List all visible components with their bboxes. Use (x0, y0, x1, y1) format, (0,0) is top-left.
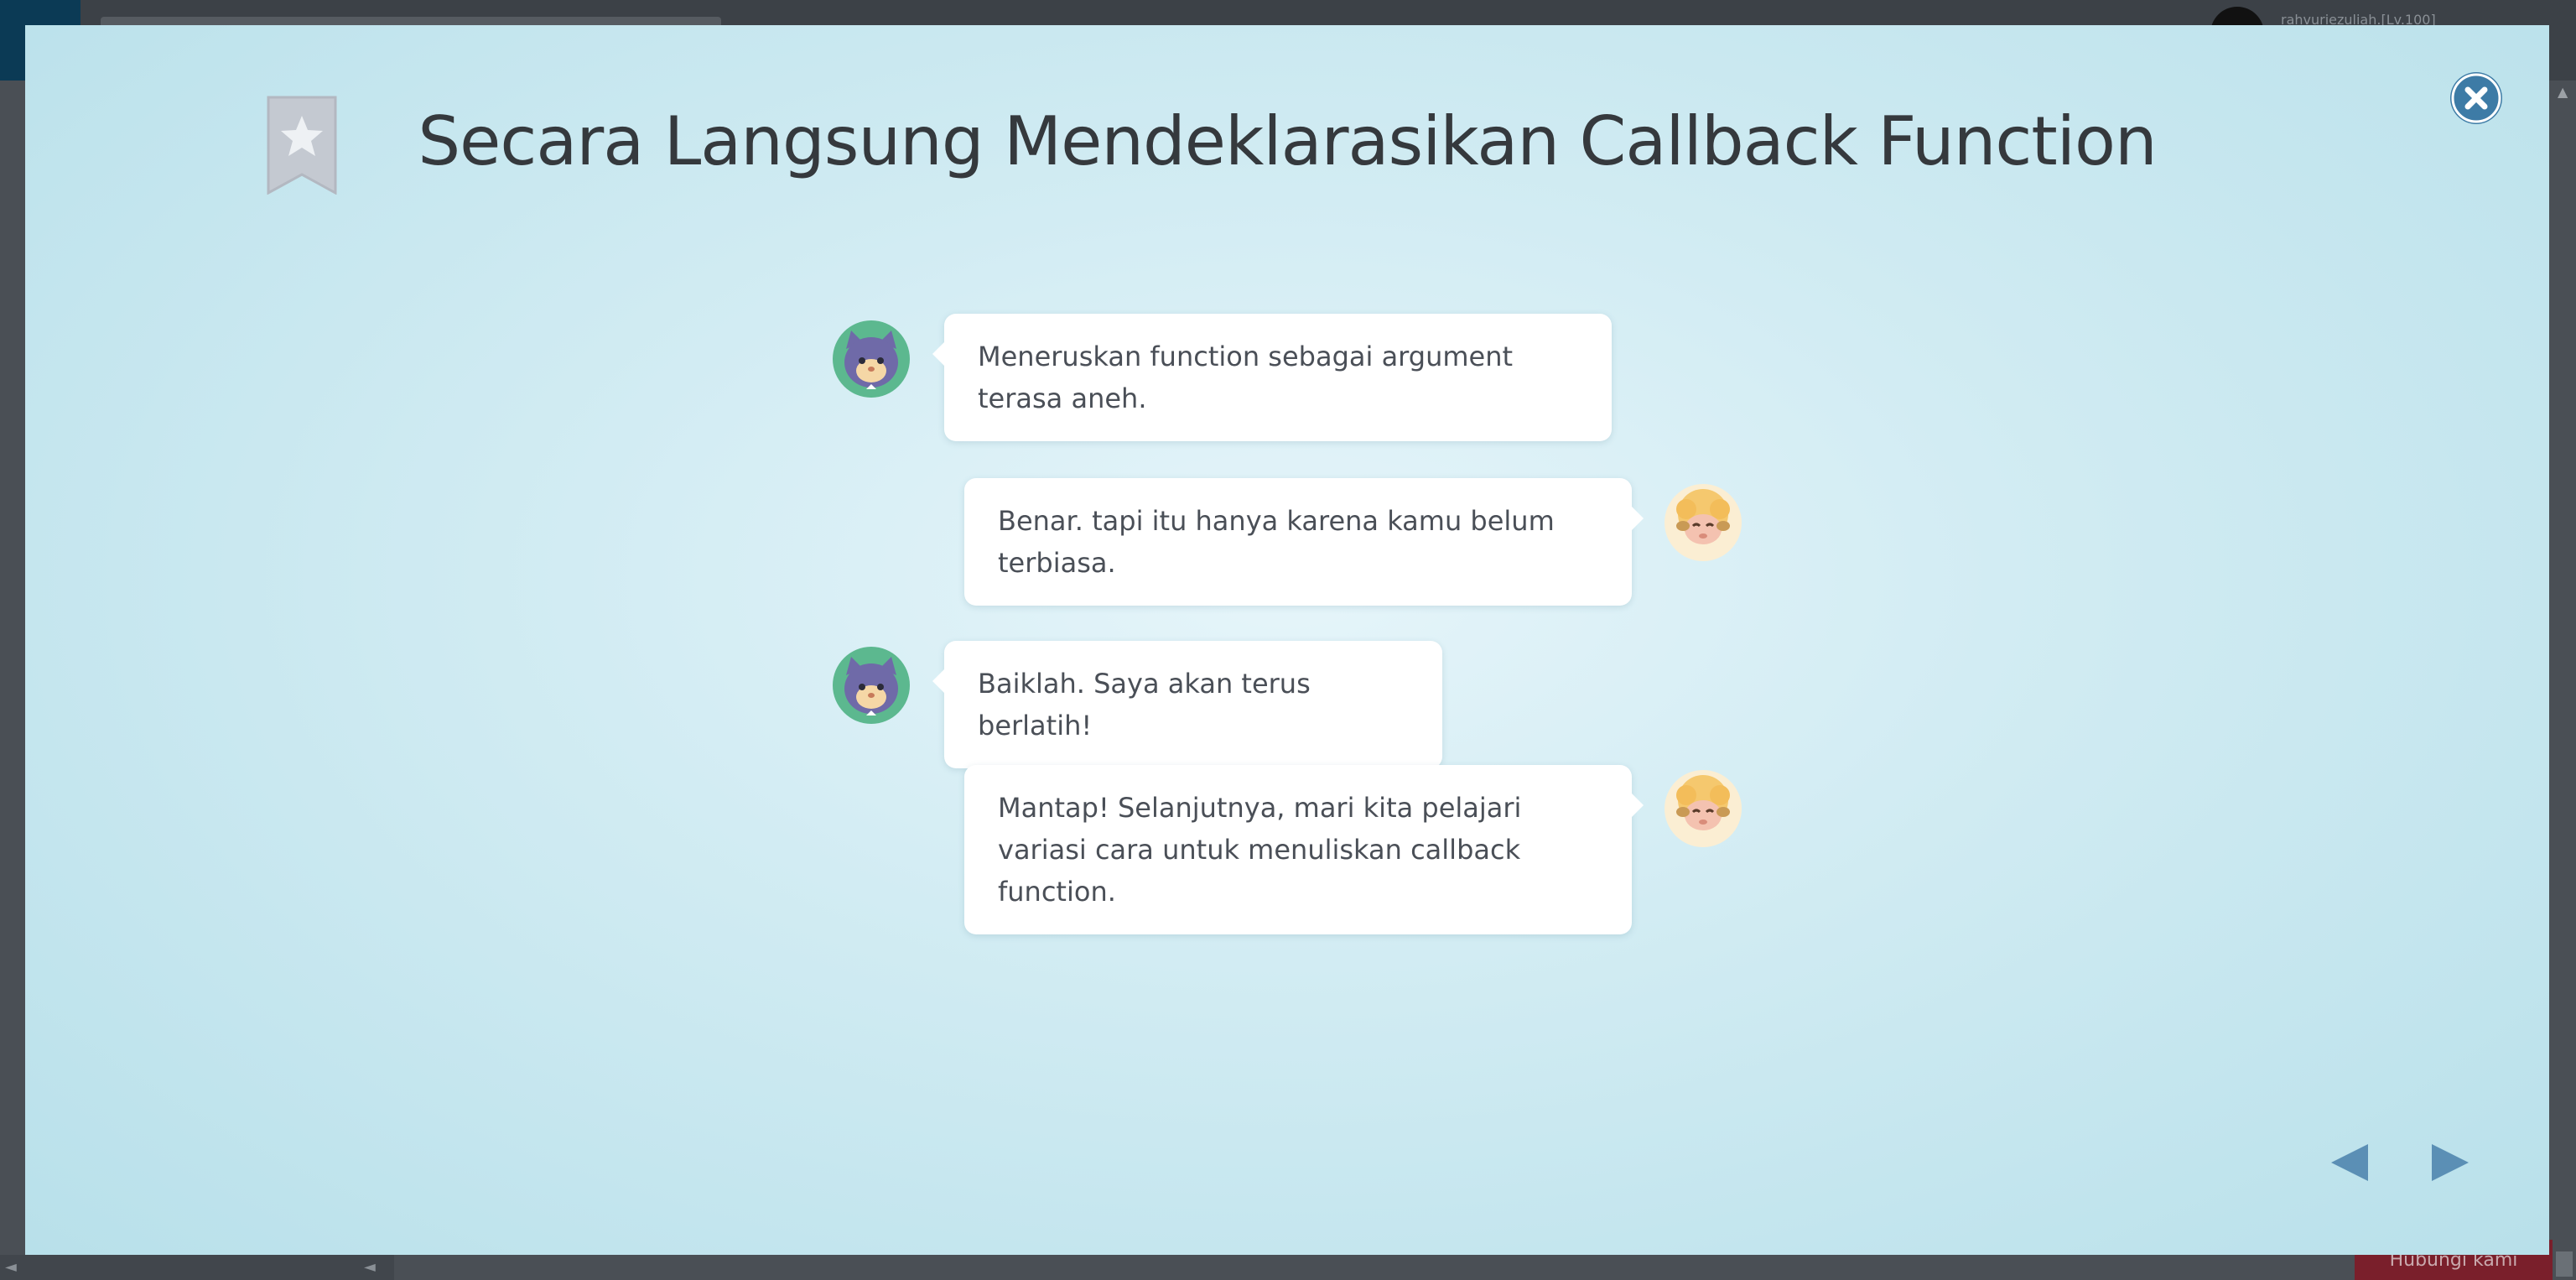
chat-message-2: Benar. tapi itu hanya karena kamu belum … (964, 478, 1644, 606)
chat-message-1: Meneruskan function sebagai argument ter… (932, 314, 1612, 441)
chat-conversation: Meneruskan function sebagai argument ter… (25, 25, 2549, 1255)
cat-avatar-icon (833, 320, 910, 398)
background-scroll-left-arrow-2: ◄ (364, 1258, 376, 1276)
background-scroll-left-arrow: ◄ (5, 1258, 17, 1276)
background-scroll-up-arrow: ▲ (2558, 84, 2568, 100)
arrow-left-icon[interactable] (2328, 1141, 2371, 1184)
chat-message-3: Baiklah. Saya akan terus berlatih! (932, 641, 1442, 768)
arrow-right-icon[interactable] (2428, 1141, 2472, 1184)
story-modal: Secara Langsung Mendeklarasikan Callback… (25, 25, 2549, 1255)
chat-message-4: Mantap! Selanjutnya, mari kita pelajari … (964, 765, 1644, 934)
cat-avatar-icon (833, 647, 910, 724)
sheep-avatar-icon (1665, 770, 1742, 847)
background-vertical-scrollbar: ▲ (2553, 81, 2576, 1280)
sheep-avatar-icon (1665, 484, 1742, 561)
background-scroll-thumb (2556, 1251, 2573, 1277)
background-bottom-scrollbar: ◄ ◄ (0, 1255, 394, 1280)
